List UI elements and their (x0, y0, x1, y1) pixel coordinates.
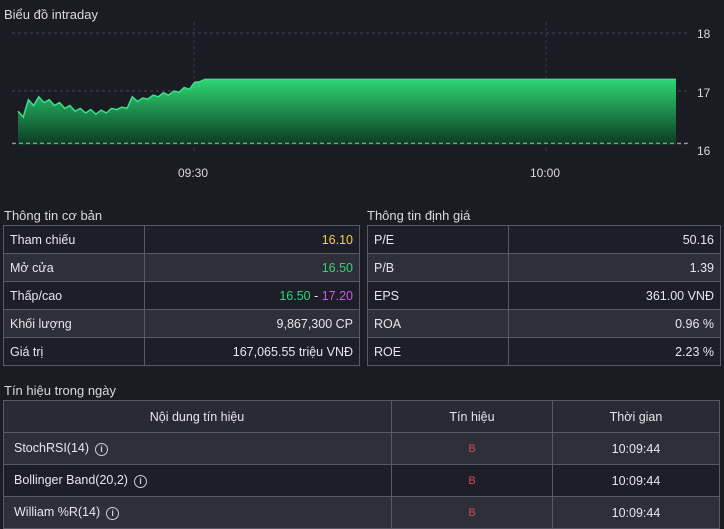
table-row: Tham chiếu 16.10 (3, 225, 360, 254)
row-label: ROA (367, 309, 509, 338)
signal-time: 10:09:44 (552, 496, 720, 529)
pe-value: 50.16 (508, 225, 721, 254)
column-header[interactable]: Thời gian (552, 400, 720, 433)
signal-name-cell: William %R(14) i (3, 496, 392, 529)
table-header-row: Nội dung tín hiệu Tín hiệu Thời gian (3, 400, 720, 433)
table-row: Giá trị 167,065.55 triệu VNĐ (3, 337, 360, 366)
row-label: Tham chiếu (3, 225, 145, 254)
high-price: 17.20 (321, 288, 353, 303)
row-label: P/B (367, 253, 509, 282)
valuation-table: P/E 50.16 P/B 1.39 EPS 361.00 VNĐ ROA 0.… (367, 225, 721, 366)
table-row: Mở cửa 16.50 (3, 253, 360, 282)
intraday-chart[interactable]: 18 17 16 09:30 10:00 (0, 22, 724, 188)
reference-price: 16.10 (144, 225, 360, 254)
table-row: ROA 0.96 % (367, 309, 721, 338)
info-icon[interactable]: i (106, 506, 120, 520)
table-row: P/E 50.16 (367, 225, 721, 254)
row-label: Mở cửa (3, 253, 145, 282)
table-row: Thấp/cao 16.50 - 17.20 (3, 281, 360, 310)
row-label: ROE (367, 337, 509, 366)
signal-value: B (391, 432, 553, 465)
range-separator: - (310, 288, 322, 303)
info-icon[interactable]: i (95, 442, 109, 456)
column-header[interactable]: Nội dung tín hiệu (3, 400, 392, 433)
signal-name: Bollinger Band(20,2) (14, 473, 128, 488)
volume: 9,867,300 CP (144, 309, 360, 338)
signal-time: 10:09:44 (552, 464, 720, 497)
table-row: ROE 2.23 % (367, 337, 721, 366)
valuation-heading: Thông tin định giá (367, 208, 471, 223)
low-high-range: 16.50 - 17.20 (144, 281, 360, 310)
roa-value: 0.96 % (508, 309, 721, 338)
column-header[interactable]: Tín hiệu (391, 400, 553, 433)
pb-value: 1.39 (508, 253, 721, 282)
signal-name: StochRSI(14) (14, 441, 90, 456)
x-tick-label: 10:00 (530, 166, 560, 180)
intraday-chart-svg[interactable]: 18 17 16 09:30 10:00 (0, 22, 724, 188)
signal-name-cell: StochRSI(14) i (3, 432, 392, 465)
row-label: Khối lượng (3, 309, 145, 338)
signal-name-cell: Bollinger Band(20,2) i (3, 464, 392, 497)
signal-value: B (391, 496, 553, 529)
row-label: EPS (367, 281, 509, 310)
x-tick-label: 09:30 (178, 166, 208, 180)
table-row[interactable]: StochRSI(14) i B 10:09:44 (3, 432, 720, 465)
low-price: 16.50 (279, 288, 311, 303)
table-row: EPS 361.00 VNĐ (367, 281, 721, 310)
signal-name: William %R(14) (14, 505, 101, 520)
basic-info-table: Tham chiếu 16.10 Mở cửa 16.50 Thấp/cao 1… (3, 225, 360, 366)
row-label: Thấp/cao (3, 281, 145, 310)
info-icon[interactable]: i (133, 474, 147, 488)
basic-info-heading: Thông tin cơ bản (4, 208, 103, 223)
row-label: P/E (367, 225, 509, 254)
price-area (18, 79, 676, 145)
table-row[interactable]: Bollinger Band(20,2) i B 10:09:44 (3, 464, 720, 497)
signal-value: B (391, 464, 553, 497)
signals-table: Nội dung tín hiệu Tín hiệu Thời gian Sto… (3, 400, 720, 529)
eps-value: 361.00 VNĐ (508, 281, 721, 310)
open-price: 16.50 (144, 253, 360, 282)
table-row[interactable]: William %R(14) i B 10:09:44 (3, 496, 720, 529)
chart-title: Biểu đồ intraday (4, 7, 98, 22)
y-tick-label: 17 (697, 86, 711, 100)
signal-time: 10:09:44 (552, 432, 720, 465)
roe-value: 2.23 % (508, 337, 721, 366)
y-tick-label: 18 (697, 27, 711, 41)
trade-value: 167,065.55 triệu VNĐ (144, 337, 360, 366)
row-label: Giá trị (3, 337, 145, 366)
table-row: Khối lượng 9,867,300 CP (3, 309, 360, 338)
table-row: P/B 1.39 (367, 253, 721, 282)
y-tick-label: 16 (697, 144, 711, 158)
signals-heading: Tín hiệu trong ngày (4, 383, 117, 398)
